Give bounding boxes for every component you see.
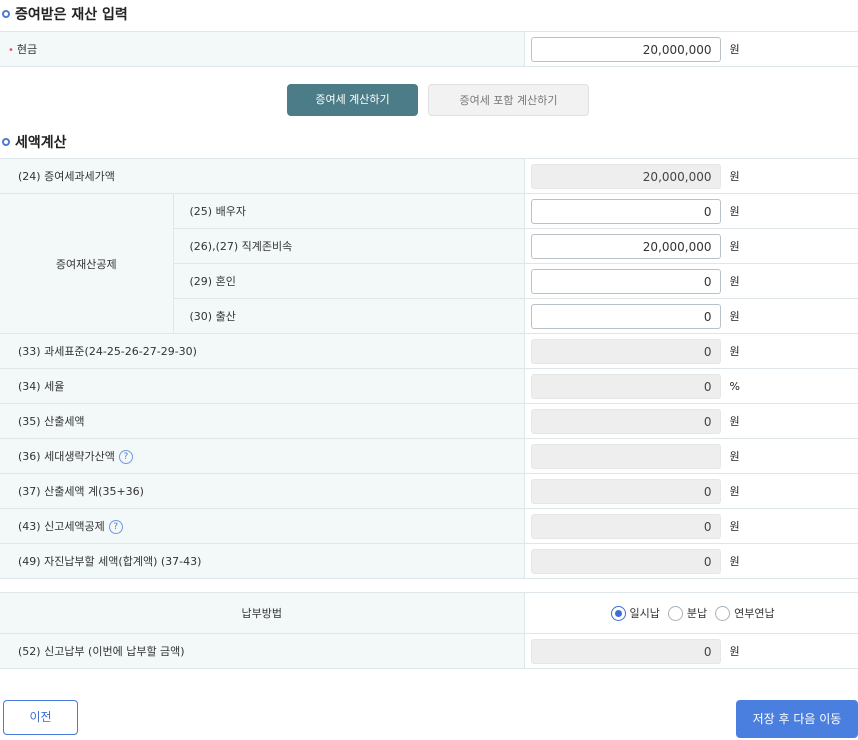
row-label: (34) 세율 — [0, 368, 525, 404]
row-label-with-help: (36) 세대생략가산액? — [0, 438, 525, 474]
row-label: (33) 과세표준(24-25-26-27-29-30) — [0, 333, 525, 369]
radio-label: 연부연납 — [734, 607, 775, 620]
payment-method-radio-group: 일시납 분납 연부연납 — [531, 605, 858, 621]
section-title-text: 세액계산 — [15, 135, 67, 151]
table-row: (37) 산출세액 계(35+36) 0원 — [0, 473, 858, 509]
section-title-tax-calc: 세액계산 — [2, 132, 67, 152]
previous-button[interactable]: 이전 — [3, 700, 78, 735]
total-calculated-tax-field: 0 — [530, 478, 721, 504]
self-payment-tax-field: 0 — [530, 548, 721, 574]
radio-annual-deferred[interactable]: 연부연납 — [715, 605, 775, 621]
tax-calculation-table: (24) 증여세과세가액 20,000,000 원 증여재산공제 (25) 배우자… — [0, 158, 858, 579]
table-row: (35) 산출세액 0원 — [0, 403, 858, 439]
radio-installment[interactable]: 분납 — [667, 605, 708, 621]
marriage-deduction-input[interactable]: 0 — [530, 268, 721, 294]
calculate-tax-inclusive-button[interactable]: 증여세 포함 계산하기 — [428, 84, 589, 116]
table-row: (36) 세대생략가산액? 원 — [0, 438, 858, 474]
table-row: • 현금 20,000,000 원 — [0, 31, 858, 67]
radio-unchecked-icon[interactable] — [715, 605, 731, 621]
unit-label: 원 — [729, 170, 740, 183]
gift-property-table: • 현금 20,000,000 원 — [0, 31, 858, 67]
row-label: (49) 자진납부할 세액(합계액) (37-43) — [0, 543, 525, 579]
payment-amount-field: 0 — [530, 638, 721, 664]
tax-base-field: 0 — [530, 338, 721, 364]
table-row: (49) 자진납부할 세액(합계액) (37-43) 0원 — [0, 543, 858, 579]
cash-label-cell: • 현금 — [0, 31, 525, 67]
table-row: 납부방법 일시납 분납 연부연납 — [0, 592, 858, 634]
unit-label: 원 — [729, 645, 740, 658]
unit-label: 원 — [729, 43, 740, 56]
row-label: (37) 산출세액 계(35+36) — [0, 473, 525, 509]
unit-label: 원 — [729, 205, 740, 218]
cash-value-cell: 20,000,000 원 — [524, 31, 858, 67]
row-label: (24) 증여세과세가액 — [0, 158, 525, 194]
table-row: (34) 세율 0% — [0, 368, 858, 404]
table-row: (43) 신고세액공제? 0원 — [0, 508, 858, 544]
unit-label: 원 — [729, 450, 740, 463]
section-title-text: 증여받은 재산 입력 — [15, 7, 128, 23]
radio-unchecked-icon[interactable] — [667, 605, 683, 621]
childbirth-deduction-input[interactable]: 0 — [530, 303, 721, 329]
row-label: (36) 세대생략가산액 — [18, 450, 115, 463]
save-and-next-button[interactable]: 저장 후 다음 이동 — [736, 700, 858, 738]
spouse-deduction-input[interactable]: 0 — [530, 198, 721, 224]
row-label: (43) 신고세액공제 — [18, 520, 105, 533]
bullet-ring-icon — [2, 10, 10, 18]
payment-method-label: 납부방법 — [0, 592, 525, 634]
table-row: (52) 신고납부 (이번에 납부할 금액) 0원 — [0, 633, 858, 669]
row-label: (30) 출산 — [173, 298, 525, 334]
radio-lump-sum[interactable]: 일시납 — [610, 605, 660, 621]
unit-label: 원 — [729, 310, 740, 323]
unit-label: 원 — [729, 345, 740, 358]
taxable-value-field: 20,000,000 — [530, 163, 721, 189]
cash-label: 현금 — [16, 43, 38, 56]
row-label: (29) 혼인 — [173, 263, 525, 299]
radio-label: 일시납 — [629, 607, 660, 620]
section-title-gift-property: 증여받은 재산 입력 — [2, 4, 128, 24]
unit-label: 원 — [729, 520, 740, 533]
row-label: (35) 산출세액 — [0, 403, 525, 439]
row-label: (52) 신고납부 (이번에 납부할 금액) — [0, 633, 525, 669]
unit-label: 원 — [729, 555, 740, 568]
calculated-tax-field: 0 — [530, 408, 721, 434]
bullet-ring-icon — [2, 138, 10, 146]
calculate-tax-button[interactable]: 증여세 계산하기 — [287, 84, 418, 116]
row-label-with-help: (43) 신고세액공제? — [0, 508, 525, 544]
table-row: 증여재산공제 (25) 배우자 0원 — [0, 193, 858, 334]
cash-input[interactable]: 20,000,000 — [530, 36, 721, 62]
tax-rate-field: 0 — [530, 373, 721, 399]
unit-label: 원 — [729, 415, 740, 428]
help-icon[interactable]: ? — [108, 520, 123, 534]
radio-checked-icon[interactable] — [610, 605, 626, 621]
table-row: (33) 과세표준(24-25-26-27-29-30) 0원 — [0, 333, 858, 369]
row-label: (25) 배우자 — [173, 193, 525, 229]
table-row: (24) 증여세과세가액 20,000,000 원 — [0, 158, 858, 194]
row-label: (26),(27) 직계존비속 — [173, 228, 525, 264]
unit-label: 원 — [729, 485, 740, 498]
payment-table: 납부방법 일시납 분납 연부연납 (52) 신고납부 (이번에 납부할 금액) … — [0, 592, 858, 669]
generation-skip-field — [530, 443, 721, 469]
lineal-deduction-input[interactable]: 20,000,000 — [530, 233, 721, 259]
required-mark: • — [8, 45, 14, 56]
help-icon[interactable]: ? — [118, 450, 133, 464]
unit-label: % — [729, 379, 740, 393]
filing-credit-field: 0 — [530, 513, 721, 539]
unit-label: 원 — [729, 275, 740, 288]
unit-label: 원 — [729, 240, 740, 253]
deduction-group-label: 증여재산공제 — [0, 193, 174, 334]
radio-label: 분납 — [686, 607, 708, 620]
